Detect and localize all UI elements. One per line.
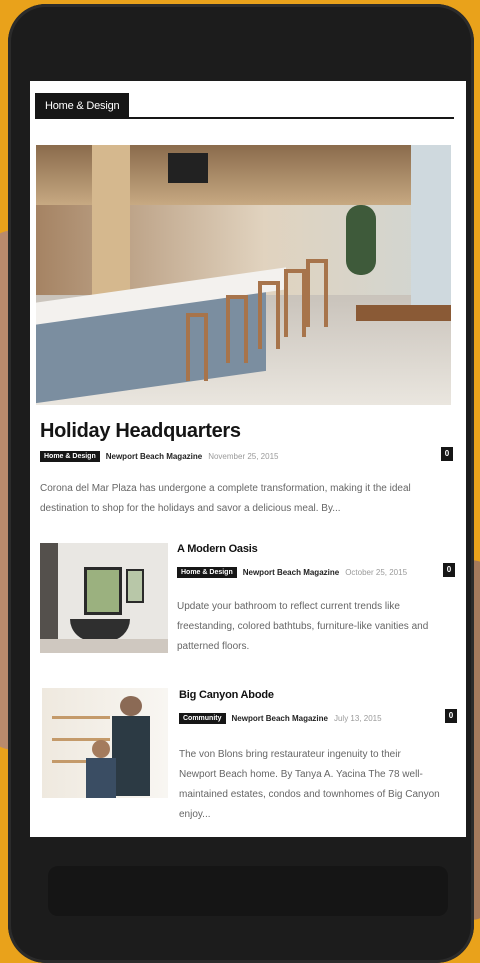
- comment-count-badge[interactable]: 0: [441, 447, 453, 461]
- phone-bottom-bezel: [48, 866, 448, 916]
- featured-meta: Home & Design Newport Beach Magazine Nov…: [40, 449, 278, 463]
- post-date: October 25, 2015: [345, 567, 408, 577]
- phone-screen: Home & Design Holiday Headquarters Home …: [30, 81, 466, 837]
- section-divider: [35, 117, 454, 119]
- featured-title[interactable]: Holiday Headquarters: [40, 420, 241, 443]
- article-meta: Home & Design Newport Beach Magazine Oct…: [177, 565, 407, 579]
- article-thumbnail[interactable]: [40, 543, 168, 653]
- category-badge[interactable]: Home & Design: [40, 450, 100, 462]
- author-link[interactable]: Newport Beach Magazine: [243, 568, 339, 577]
- section-tab-home-design[interactable]: Home & Design: [35, 93, 130, 119]
- article-thumbnail[interactable]: [42, 688, 168, 798]
- section-header: Home & Design: [30, 81, 466, 123]
- article-meta: Community Newport Beach Magazine July 13…: [179, 711, 382, 725]
- post-date: July 13, 2015: [333, 713, 382, 723]
- article-excerpt: The von Blons bring restaurateur ingenui…: [179, 749, 440, 820]
- author-link[interactable]: Newport Beach Magazine: [232, 714, 328, 723]
- article-excerpt: Update your bathroom to reflect current …: [177, 601, 429, 652]
- category-badge[interactable]: Community: [179, 712, 226, 724]
- comment-count-badge[interactable]: 0: [443, 563, 455, 577]
- featured-image[interactable]: [36, 145, 451, 405]
- post-date: November 25, 2015: [208, 451, 279, 461]
- article-title[interactable]: Big Canyon Abode: [179, 689, 274, 701]
- article-title[interactable]: A Modern Oasis: [177, 543, 258, 555]
- author-link[interactable]: Newport Beach Magazine: [106, 452, 202, 461]
- category-badge[interactable]: Home & Design: [177, 566, 237, 578]
- featured-excerpt: Corona del Mar Plaza has undergone a com…: [40, 483, 411, 514]
- comment-count-badge[interactable]: 0: [445, 709, 457, 723]
